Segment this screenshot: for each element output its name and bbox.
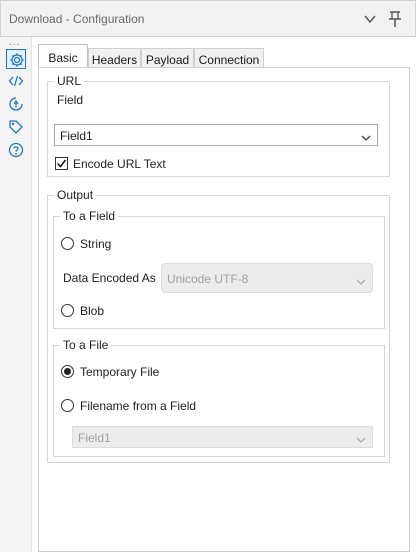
filename-field-value: Field1 [78,431,111,445]
tab-basic[interactable]: Basic [38,44,88,67]
chevron-down-icon [361,131,371,145]
blob-radio[interactable] [61,304,74,317]
pin-icon[interactable] [387,10,403,28]
url-group: URL Field Field1 Encode URL Text [47,74,390,177]
data-encoded-select[interactable]: Unicode UTF-8 [161,263,373,293]
to-file-legend: To a File [60,338,112,352]
gear-icon[interactable] [6,49,26,69]
output-legend: Output [54,188,97,202]
string-radio[interactable] [61,237,74,250]
temporary-file-label: Temporary File [80,365,160,379]
refresh-icon[interactable] [6,94,26,114]
temporary-file-radio[interactable] [61,365,74,378]
to-file-group: To a File Temporary File Filename from a… [53,338,385,457]
filename-from-field-label: Filename from a Field [80,399,197,413]
code-icon[interactable] [6,71,26,91]
to-field-group: To a Field String Data Encoded As Unicod… [53,209,385,329]
encode-url-label: Encode URL Text [73,157,166,171]
encode-url-checkbox[interactable] [55,157,68,170]
data-encoded-label: Data Encoded As [63,271,156,285]
tag-icon[interactable] [6,117,26,137]
string-label: String [80,237,112,251]
basic-tab-panel: URL Field Field1 Encode URL Text Output … [38,67,410,552]
to-field-legend: To a Field [60,209,119,223]
url-field-select[interactable]: Field1 [54,124,378,146]
chevron-down-icon[interactable] [363,12,377,26]
chevron-down-icon [356,433,366,447]
filename-from-field-radio[interactable] [61,399,74,412]
help-icon[interactable] [6,140,26,160]
data-encoded-value: Unicode UTF-8 [167,272,249,286]
blob-label: Blob [80,304,105,318]
field-label: Field [57,93,84,107]
filename-field-select[interactable]: Field1 [72,426,373,448]
config-sidebar: ... [0,37,32,552]
url-legend: URL [54,74,85,88]
window-titlebar: Download - Configuration [0,0,416,37]
window-title: Download - Configuration [9,12,145,26]
output-group: Output To a Field String Data Encoded As… [47,188,390,463]
url-field-value: Field1 [60,129,93,143]
chevron-down-icon [356,275,366,289]
config-content: Basic Headers Payload Connection URL Fie… [38,44,410,552]
more-icon[interactable]: ... [9,37,20,48]
